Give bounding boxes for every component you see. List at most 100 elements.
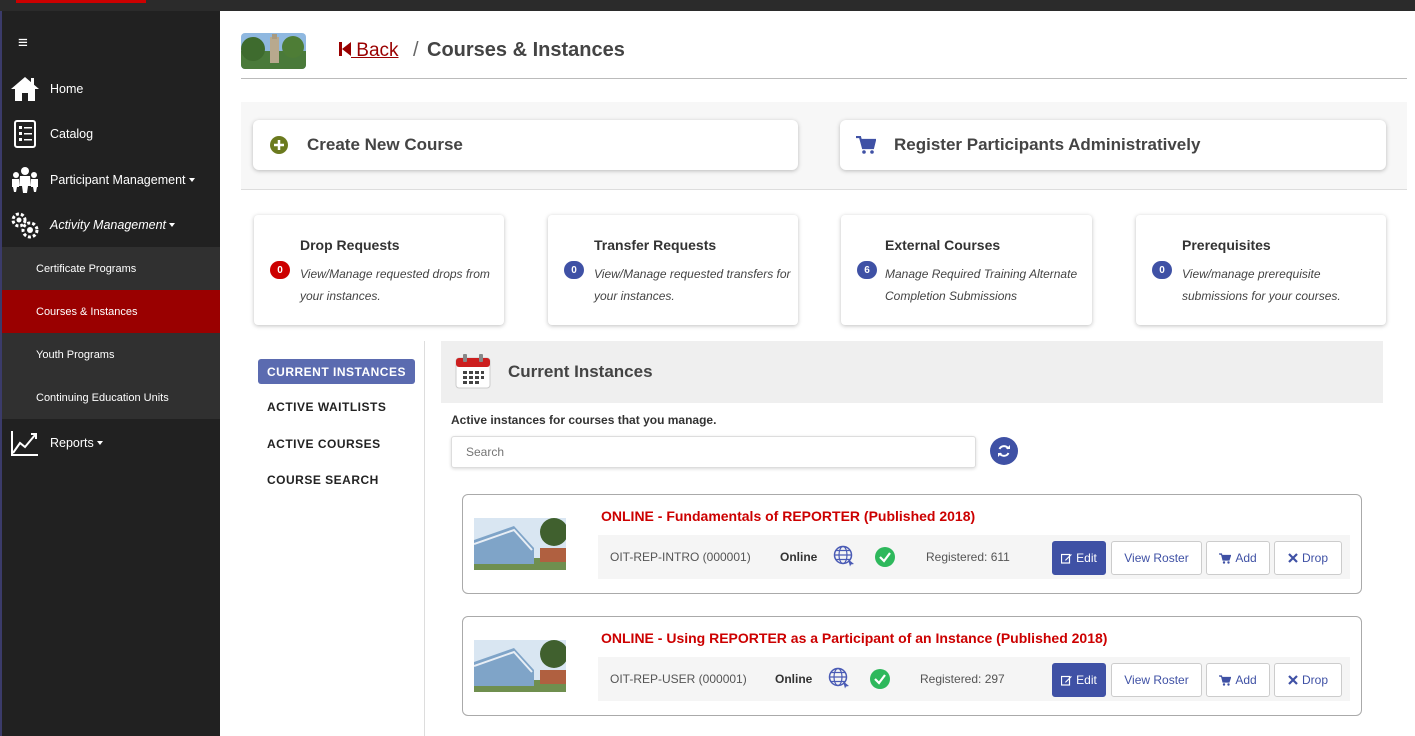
drop-label: Drop bbox=[1301, 551, 1328, 565]
delivery-mode: Online bbox=[780, 550, 818, 564]
chart-icon bbox=[10, 428, 40, 458]
instance-row: OIT-REP-INTRO (000001) Online Registered… bbox=[598, 535, 1350, 579]
sidebar-subitem-certificate-programs[interactable]: Certificate Programs bbox=[2, 247, 220, 290]
page-header: Back / Courses & Instances bbox=[241, 31, 1407, 79]
panel-header: Current Instances bbox=[441, 341, 1383, 403]
chevron-down-icon bbox=[188, 178, 195, 182]
home-icon bbox=[10, 74, 40, 104]
count-badge: 6 bbox=[857, 261, 877, 279]
sidebar-subitem-youth-programs[interactable]: Youth Programs bbox=[2, 333, 220, 376]
sidebar-subitem-ceu[interactable]: Continuing Education Units bbox=[2, 376, 220, 419]
skip-back-icon bbox=[339, 42, 351, 56]
edit-icon bbox=[1061, 553, 1072, 564]
refresh-icon bbox=[998, 445, 1010, 457]
view-roster-button[interactable]: View Roster bbox=[1111, 663, 1202, 697]
sidebar: ≡ Home Catalog Participant Management Ac… bbox=[0, 11, 220, 736]
brand-strip bbox=[16, 0, 146, 3]
close-icon bbox=[1288, 675, 1298, 685]
panel-description: Active instances for courses that you ma… bbox=[451, 413, 717, 427]
external-courses-card[interactable]: External Courses 6 Manage Required Train… bbox=[841, 215, 1092, 325]
breadcrumb-separator: / bbox=[413, 39, 419, 61]
people-icon bbox=[10, 165, 40, 195]
sidebar-subitem-label: Courses & Instances bbox=[36, 305, 138, 318]
close-icon bbox=[1288, 553, 1298, 563]
drop-button[interactable]: Drop bbox=[1274, 663, 1342, 697]
edit-button[interactable]: Edit bbox=[1052, 541, 1106, 575]
sidebar-item-home[interactable]: Home bbox=[2, 67, 220, 111]
view-roster-button[interactable]: View Roster bbox=[1111, 541, 1202, 575]
course-thumbnail-image bbox=[474, 518, 566, 570]
cart-icon bbox=[856, 135, 876, 155]
menu-toggle-icon[interactable]: ≡ bbox=[18, 33, 28, 53]
sidebar-item-label: Catalog bbox=[50, 127, 94, 141]
sidebar-subitem-label: Continuing Education Units bbox=[36, 391, 169, 404]
sidebar-item-reports[interactable]: Reports bbox=[2, 421, 220, 465]
action-panel: Create New Course Register Participants … bbox=[241, 102, 1407, 190]
sidebar-item-catalog[interactable]: Catalog bbox=[2, 112, 220, 156]
card-title: Transfer Requests bbox=[594, 237, 717, 253]
drop-requests-card[interactable]: Drop Requests 0 View/Manage requested dr… bbox=[254, 215, 504, 325]
refresh-button[interactable] bbox=[990, 437, 1018, 465]
instance-tabs: CURRENT INSTANCES ACTIVE WAITLISTS ACTIV… bbox=[241, 341, 425, 736]
card-title: External Courses bbox=[885, 237, 1001, 253]
add-label: Add bbox=[1235, 673, 1257, 687]
chevron-down-icon bbox=[169, 223, 176, 227]
check-circle-icon bbox=[875, 547, 895, 567]
tab-course-search[interactable]: COURSE SEARCH bbox=[258, 467, 388, 492]
sidebar-item-activity-management[interactable]: Activity Management bbox=[2, 203, 220, 247]
main-content: Back / Courses & Instances Create New Co… bbox=[220, 11, 1415, 736]
add-button[interactable]: Add bbox=[1206, 541, 1270, 575]
top-bar bbox=[0, 0, 1415, 11]
sidebar-item-participant-management[interactable]: Participant Management bbox=[2, 158, 220, 202]
transfer-requests-card[interactable]: Transfer Requests 0 View/Manage requeste… bbox=[548, 215, 798, 325]
delivery-mode: Online bbox=[775, 672, 813, 686]
add-button[interactable]: Add bbox=[1206, 663, 1270, 697]
globe-icon bbox=[833, 545, 854, 567]
prerequisites-card[interactable]: Prerequisites 0 View/manage prerequisite… bbox=[1136, 215, 1386, 325]
add-label: Add bbox=[1235, 551, 1257, 565]
tab-current-instances[interactable]: CURRENT INSTANCES bbox=[258, 359, 415, 384]
card-title: Prerequisites bbox=[1182, 237, 1271, 253]
globe-icon bbox=[828, 667, 849, 689]
course-card: ONLINE - Using REPORTER as a Participant… bbox=[462, 616, 1362, 716]
register-participants-label: Register Participants Administratively bbox=[894, 135, 1201, 154]
header-thumbnail-image bbox=[241, 33, 306, 69]
count-badge: 0 bbox=[564, 261, 584, 279]
course-code: OIT-REP-INTRO (000001) bbox=[610, 550, 751, 564]
card-description: View/Manage requested transfers for your… bbox=[594, 267, 791, 303]
course-thumbnail-image bbox=[474, 640, 566, 692]
sidebar-subitem-courses-instances[interactable]: Courses & Instances bbox=[2, 290, 220, 333]
plus-circle-icon bbox=[269, 135, 289, 155]
register-participants-button[interactable]: Register Participants Administratively bbox=[840, 120, 1386, 170]
tab-active-courses[interactable]: ACTIVE COURSES bbox=[258, 431, 390, 456]
tab-active-waitlists[interactable]: ACTIVE WAITLISTS bbox=[258, 394, 395, 419]
search-input[interactable] bbox=[451, 436, 976, 468]
sidebar-subitem-label: Youth Programs bbox=[36, 348, 115, 361]
course-card: ONLINE - Fundamentals of REPORTER (Publi… bbox=[462, 494, 1362, 594]
chevron-down-icon bbox=[96, 441, 103, 445]
edit-button[interactable]: Edit bbox=[1052, 663, 1106, 697]
card-description: Manage Required Training Alternate Compl… bbox=[885, 267, 1078, 303]
card-description: View/manage prerequisite submissions for… bbox=[1182, 267, 1341, 303]
create-course-button[interactable]: Create New Course bbox=[253, 120, 798, 170]
view-roster-label: View Roster bbox=[1124, 551, 1189, 565]
course-title-link[interactable]: ONLINE - Using REPORTER as a Participant… bbox=[601, 630, 1107, 646]
course-title-link[interactable]: ONLINE - Fundamentals of REPORTER (Publi… bbox=[601, 508, 975, 524]
drop-label: Drop bbox=[1301, 673, 1328, 687]
back-link[interactable]: Back bbox=[339, 40, 399, 62]
panel-title: Current Instances bbox=[508, 362, 653, 381]
sidebar-item-label: Activity Management bbox=[50, 218, 167, 232]
check-circle-icon bbox=[870, 669, 890, 689]
registered-count: Registered: 611 bbox=[926, 550, 1010, 564]
cart-icon bbox=[1219, 674, 1232, 686]
back-label: Back bbox=[351, 40, 399, 61]
sidebar-item-label: Participant Management bbox=[50, 173, 186, 187]
drop-button[interactable]: Drop bbox=[1274, 541, 1342, 575]
instance-row: OIT-REP-USER (000001) Online Registered:… bbox=[598, 657, 1350, 701]
view-roster-label: View Roster bbox=[1124, 673, 1189, 687]
count-badge: 0 bbox=[1152, 261, 1172, 279]
sidebar-subitem-label: Certificate Programs bbox=[36, 262, 137, 275]
registered-count: Registered: 297 bbox=[920, 672, 1005, 686]
edit-label: Edit bbox=[1076, 551, 1097, 565]
sidebar-item-label: Home bbox=[50, 82, 84, 96]
